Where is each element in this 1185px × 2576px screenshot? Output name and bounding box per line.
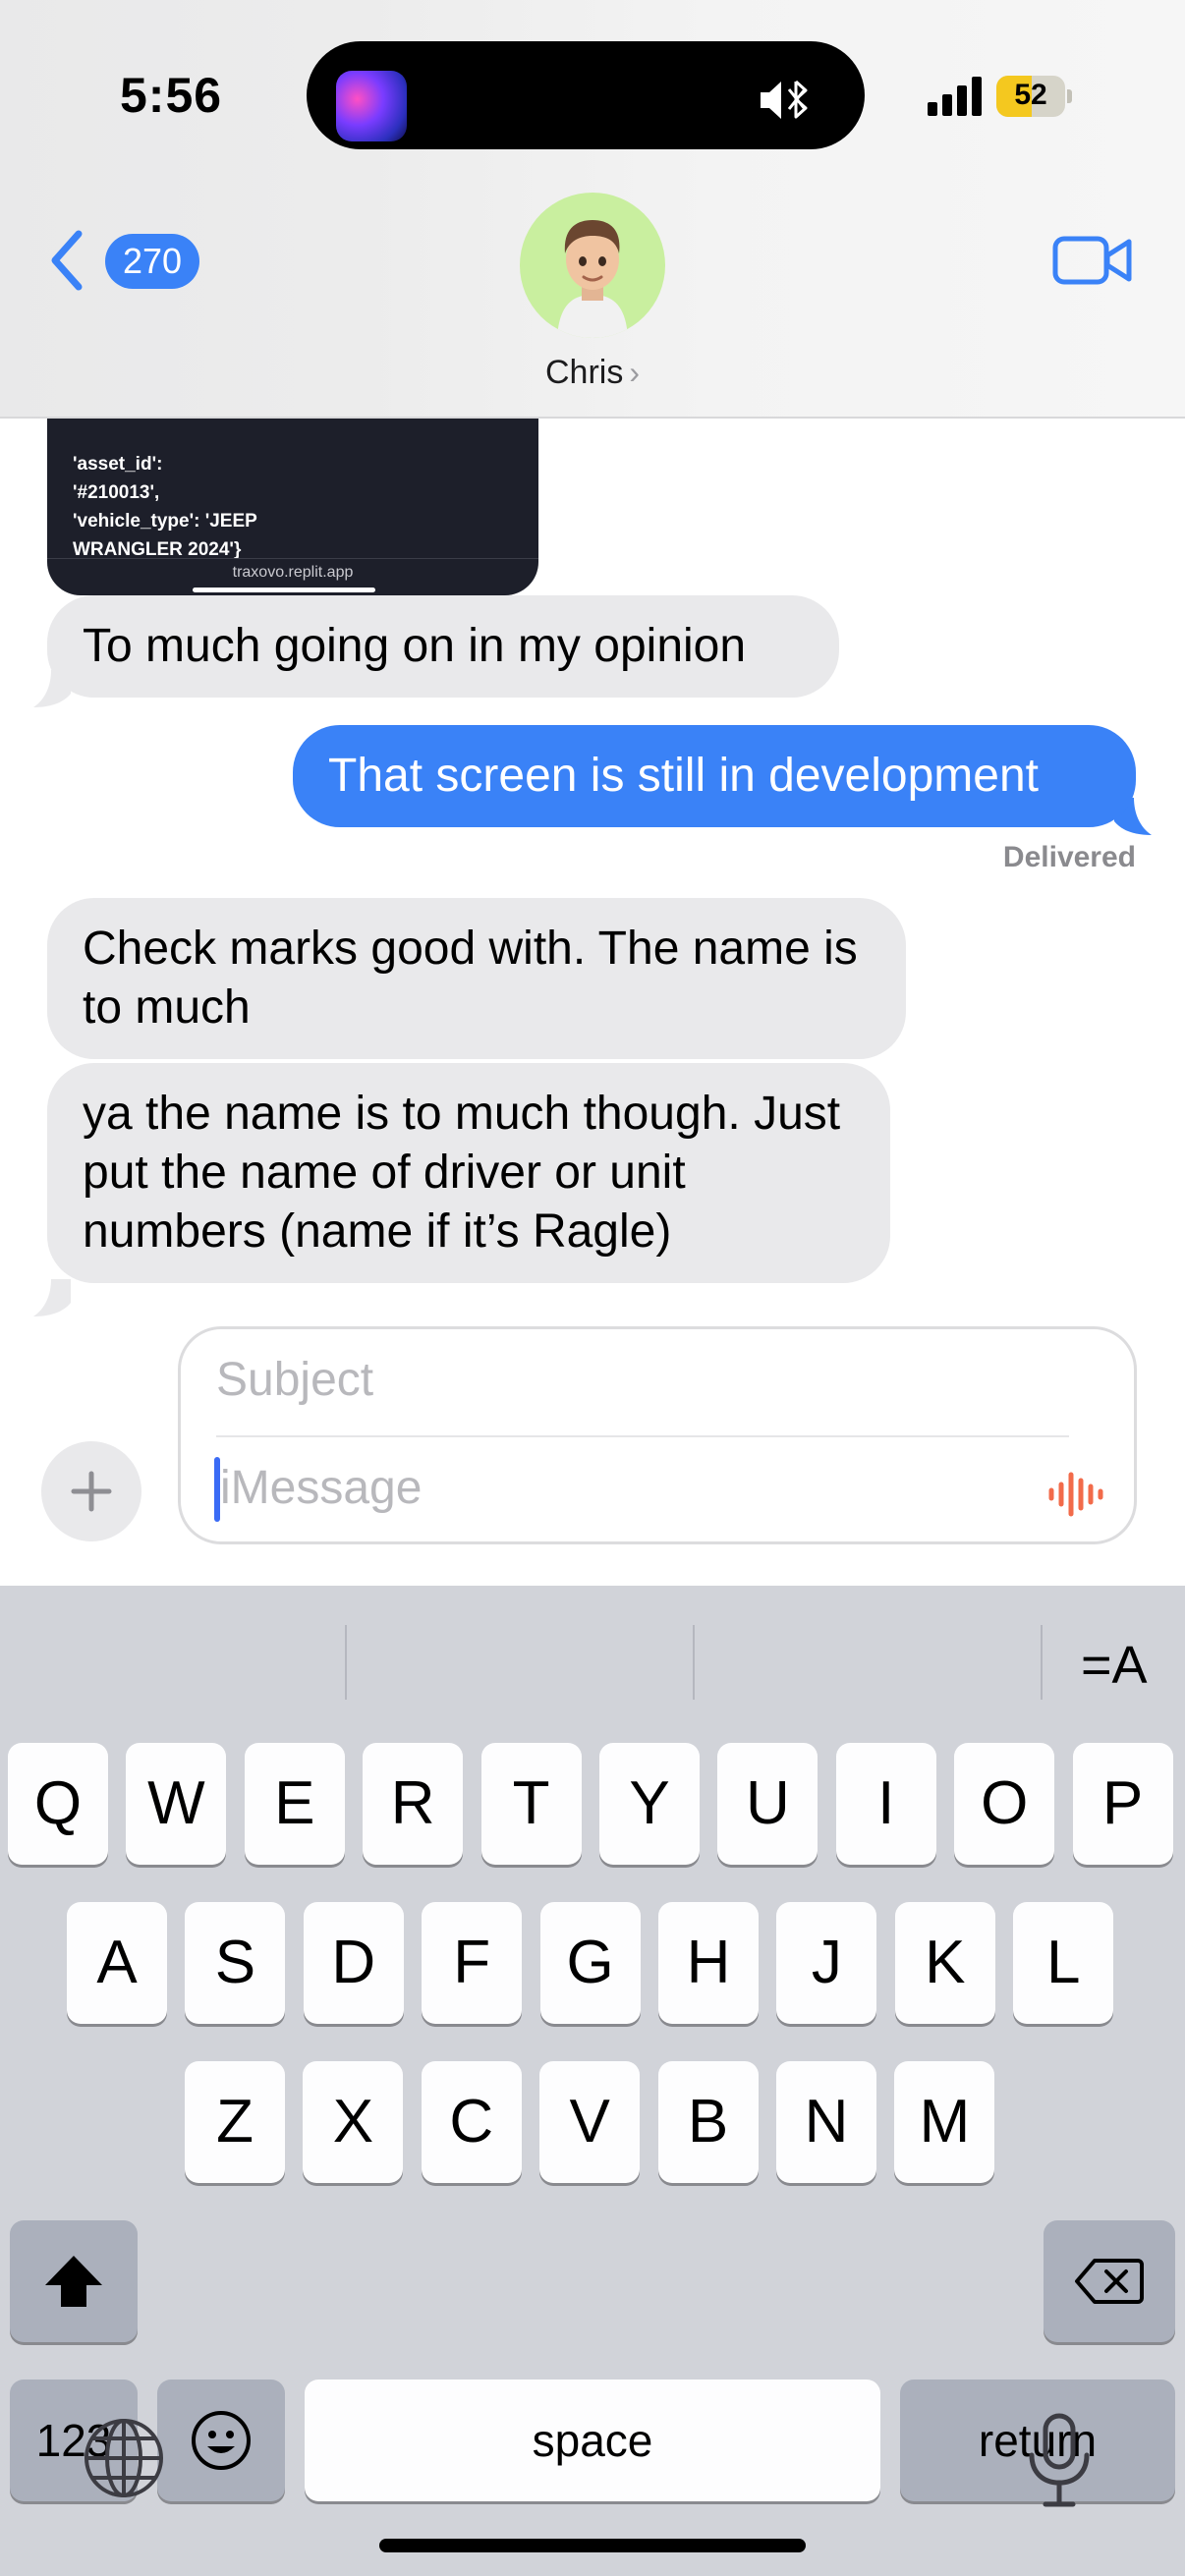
key-z[interactable]: Z xyxy=(185,2061,285,2183)
dynamic-island[interactable] xyxy=(307,41,865,149)
battery-indicator: 52 xyxy=(996,76,1073,117)
link-preview-url: traxovo.replit.app xyxy=(232,564,354,581)
key-e[interactable]: E xyxy=(244,1743,345,1865)
key-w[interactable]: W xyxy=(126,1743,227,1865)
compose-divider xyxy=(216,1435,1069,1437)
key-y[interactable]: Y xyxy=(599,1743,700,1865)
key-g[interactable]: G xyxy=(539,1902,641,2024)
bubble-tail-in xyxy=(33,1279,71,1316)
cellular-signal-icon xyxy=(928,77,982,116)
home-indicator xyxy=(379,2539,806,2552)
key-v[interactable]: V xyxy=(539,2061,641,2183)
link-preview-divider xyxy=(47,558,538,559)
contact-avatar[interactable] xyxy=(520,193,665,338)
compose-box[interactable]: Subject iMessage xyxy=(178,1326,1137,1544)
unread-count-badge[interactable]: 270 xyxy=(105,234,200,289)
delivered-receipt: Delivered xyxy=(1002,841,1136,873)
backspace-icon xyxy=(1075,2259,1144,2304)
suggestion-divider xyxy=(693,1625,695,1700)
key-j[interactable]: J xyxy=(776,1902,877,2024)
battery-percent: 52 xyxy=(1014,79,1047,111)
status-bar: 5:56 52 xyxy=(0,0,1185,187)
message-bubble-incoming[interactable]: ya the name is to much though. Just put … xyxy=(47,1063,890,1283)
key-m[interactable]: M xyxy=(894,2061,995,2183)
voice-dictation-waveform-icon[interactable] xyxy=(1047,1467,1106,1522)
key-o[interactable]: O xyxy=(954,1743,1055,1865)
emoji-icon xyxy=(192,2411,251,2470)
message-bubble-incoming[interactable]: Check marks good with. The name is to mu… xyxy=(47,898,906,1059)
contact-name[interactable]: Chris › xyxy=(0,354,1185,392)
key-u[interactable]: U xyxy=(717,1743,818,1865)
speaker-mute-bluetooth-icon xyxy=(761,80,808,119)
key-c[interactable]: C xyxy=(421,2061,522,2183)
globe-icon[interactable] xyxy=(83,2417,165,2499)
link-preview-home-indicator xyxy=(193,588,375,592)
microphone-icon[interactable] xyxy=(1026,2412,1093,2508)
message-bubble-incoming[interactable]: To much going on in my opinion xyxy=(47,595,839,698)
key-r[interactable]: R xyxy=(363,1743,464,1865)
key-k[interactable]: K xyxy=(894,1902,995,2024)
message-bubble-outgoing[interactable]: That screen is still in development xyxy=(293,725,1136,827)
contact-name-label: Chris xyxy=(545,354,624,391)
suggestion-divider xyxy=(1041,1625,1043,1700)
link-preview-card[interactable]: 'asset_id': '#210013', 'vehicle_type': '… xyxy=(47,419,538,595)
key-s[interactable]: S xyxy=(185,1902,286,2024)
key-l[interactable]: L xyxy=(1013,1902,1114,2024)
key-f[interactable]: F xyxy=(422,1902,523,2024)
now-playing-app-icon[interactable] xyxy=(336,71,407,141)
key-d[interactable]: D xyxy=(303,1902,404,2024)
space-key[interactable]: space xyxy=(305,2380,880,2501)
link-preview-text: 'asset_id': '#210013', 'vehicle_type': '… xyxy=(73,454,257,560)
back-chevron-icon[interactable] xyxy=(47,228,86,293)
key-i[interactable]: I xyxy=(835,1743,936,1865)
contact-chevron-icon: › xyxy=(629,355,640,390)
delete-key[interactable] xyxy=(1044,2220,1175,2342)
memoji-avatar-icon xyxy=(557,220,628,338)
key-n[interactable]: N xyxy=(776,2061,876,2183)
battery-tip xyxy=(1067,89,1072,103)
plus-icon xyxy=(71,1471,112,1512)
key-a[interactable]: A xyxy=(67,1902,167,2024)
suggestion-divider xyxy=(345,1625,347,1700)
key-x[interactable]: X xyxy=(303,2061,404,2183)
subject-field[interactable]: Subject xyxy=(216,1353,373,1407)
key-t[interactable]: T xyxy=(480,1743,582,1865)
apps-plus-button[interactable] xyxy=(41,1441,141,1541)
keyboard: =A QWERTYUIOP ASDFGHJKL ZXCVBNM 123 spac… xyxy=(0,1586,1185,2576)
shift-key[interactable] xyxy=(10,2220,138,2342)
video-call-icon[interactable] xyxy=(1052,232,1133,289)
key-h[interactable]: H xyxy=(658,1902,759,2024)
text-format-icon[interactable]: =A xyxy=(1081,1635,1148,1696)
key-b[interactable]: B xyxy=(657,2061,759,2183)
key-q[interactable]: Q xyxy=(8,1743,108,1865)
emoji-key[interactable] xyxy=(157,2380,285,2501)
status-time: 5:56 xyxy=(120,68,223,123)
message-input[interactable]: iMessage xyxy=(220,1461,422,1515)
shift-arrow-icon xyxy=(45,2256,102,2307)
key-p[interactable]: P xyxy=(1072,1743,1173,1865)
message-thread[interactable]: 'asset_id': '#210013', 'vehicle_type': '… xyxy=(0,419,1185,1322)
